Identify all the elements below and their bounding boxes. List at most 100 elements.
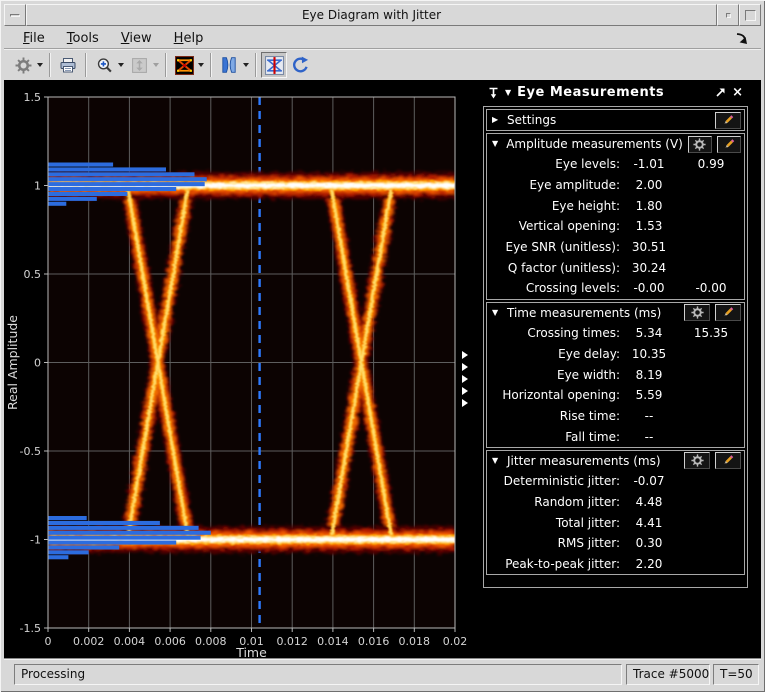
maximize-button[interactable]: [739, 4, 761, 26]
measurement-row: Random jitter:4.48: [487, 492, 744, 513]
section-header-settings[interactable]: ▶Settings: [487, 110, 744, 130]
edit-pencil-button[interactable]: [717, 136, 741, 153]
sim-time: T=50: [713, 664, 759, 685]
eye-diagram-dropdown-arrow[interactable]: [198, 63, 204, 67]
section-header-amplitude[interactable]: ▼ Amplitude measurements (V): [487, 134, 744, 154]
measurement-value: 0.30: [620, 536, 678, 550]
toolbar-separator: [210, 53, 212, 77]
histogram-dropdown-arrow[interactable]: [243, 63, 249, 67]
eye-diagram-plot[interactable]: 00.0020.0040.0060.0080.010.0120.0140.016…: [4, 80, 478, 658]
measurement-label: Peak-to-peak jitter:: [487, 557, 620, 571]
refresh-button[interactable]: [287, 52, 313, 78]
section-settings-button[interactable]: [688, 136, 712, 153]
measurement-value: 30.51: [620, 240, 678, 254]
section-label: Settings: [507, 113, 710, 127]
splitter-arrow-icon: [462, 351, 468, 359]
measurement-value: 2.00: [620, 178, 678, 192]
measurement-value: -0.00: [620, 281, 678, 295]
measurement-value: --: [620, 409, 678, 423]
measurement-label: Rise time:: [487, 409, 620, 423]
menu-file[interactable]: File: [12, 29, 56, 48]
section-header-time[interactable]: ▼Time measurements (ms): [487, 303, 744, 323]
measurement-label: Q factor (unitless):: [487, 261, 620, 275]
measurement-label: Random jitter:: [487, 495, 620, 509]
menubar-collapse-arrow[interactable]: [734, 31, 749, 45]
pin-icon[interactable]: [488, 87, 499, 99]
svg-text:0.012: 0.012: [276, 635, 308, 648]
measurement-row: Eye SNR (unitless):30.51: [487, 237, 744, 258]
statusbar: Processing Trace #5000 T=50: [4, 658, 761, 688]
measurement-value: 30.24: [620, 261, 678, 275]
measurement-value: 15.35: [678, 326, 744, 340]
measurement-row: Deterministic jitter:-0.07: [487, 471, 744, 492]
splitter-arrow-icon: [462, 375, 468, 383]
section-settings-button[interactable]: [684, 304, 710, 321]
edit-pencil-button[interactable]: [715, 304, 741, 321]
measurement-row: Eye height:1.80: [487, 195, 744, 216]
svg-text:0.002: 0.002: [73, 635, 105, 648]
measurement-label: Vertical opening:: [487, 219, 620, 233]
gear-dropdown-arrow[interactable]: [37, 63, 43, 67]
measurement-label: Eye width:: [487, 368, 620, 382]
splitter-arrow-icon: [462, 387, 468, 395]
status-message-text: Processing: [21, 667, 85, 681]
iconify-icon: [726, 13, 731, 18]
section-header-jitter[interactable]: ▼Jitter measurements (ms): [487, 451, 744, 471]
window-menu-button[interactable]: [4, 4, 26, 26]
trace-counter: Trace #5000: [626, 664, 710, 685]
section-time: ▼Time measurements (ms)Crossing times:5.…: [486, 302, 745, 448]
measurement-value: 1.80: [620, 199, 678, 213]
measurement-row: Rise time:--: [487, 406, 744, 427]
eye-measurements-panel: ▼ Eye Measurements × ▶Settings ▼ Amplitude…: [483, 82, 748, 588]
svg-text:0.016: 0.016: [358, 635, 390, 648]
menu-view[interactable]: View: [110, 29, 163, 48]
window-menu-icon: [10, 14, 20, 17]
panel-splitter-arrows[interactable]: [462, 351, 472, 407]
undock-icon[interactable]: [715, 87, 726, 98]
zoom-in-icon: [96, 57, 113, 74]
y-axis-label: Real Amplitude: [5, 315, 20, 410]
section-label: Amplitude measurements (V): [506, 137, 683, 151]
measurement-row: RMS jitter:0.30: [487, 533, 744, 554]
eye-cursor-button[interactable]: [261, 52, 287, 78]
svg-text:-0.5: -0.5: [20, 445, 41, 458]
iconify-button[interactable]: [717, 4, 739, 26]
edit-pencil-button[interactable]: [715, 112, 741, 129]
expanded-arrow-icon: ▼: [492, 140, 501, 148]
measurement-row: Total jitter:4.41: [487, 512, 744, 533]
section-jitter: ▼Jitter measurements (ms)Deterministic j…: [486, 450, 745, 575]
measurement-row: Q factor (unitless):30.24: [487, 257, 744, 278]
measurement-value: 0.99: [678, 157, 744, 171]
histogram-button[interactable]: [216, 52, 242, 78]
measurement-label: Eye amplitude:: [487, 178, 620, 192]
measurement-value: 2.20: [620, 557, 678, 571]
zoom-dropdown-arrow[interactable]: [118, 63, 124, 67]
section-settings-button[interactable]: [684, 452, 710, 469]
eye-diagram-button[interactable]: [171, 52, 197, 78]
menu-tools[interactable]: Tools: [56, 29, 110, 48]
fit-view-button[interactable]: [126, 52, 152, 78]
sim-time-text: T=50: [720, 667, 753, 681]
measurement-label: Eye levels:: [487, 157, 620, 171]
measurement-label: RMS jitter:: [487, 536, 620, 550]
svg-text:1.5: 1.5: [24, 91, 42, 104]
measurement-row: Peak-to-peak jitter:2.20: [487, 554, 744, 575]
measurement-value: 10.35: [620, 347, 678, 361]
close-icon[interactable]: ×: [732, 86, 743, 99]
zoom-button[interactable]: [91, 52, 117, 78]
titlebar-title-area[interactable]: Eye Diagram with Jitter: [26, 4, 717, 26]
measurement-value: --: [620, 430, 678, 444]
toolbar-separator: [49, 53, 51, 77]
panel-collapse-arrow-icon[interactable]: ▼: [505, 89, 511, 97]
menu-help[interactable]: Help: [163, 29, 215, 48]
gear-button[interactable]: [10, 52, 36, 78]
print-button[interactable]: [55, 52, 81, 78]
edit-pencil-button[interactable]: [715, 452, 741, 469]
measurement-value: 5.34: [620, 326, 678, 340]
measurement-row: Eye delay:10.35: [487, 344, 744, 365]
measurement-row: Eye width:8.19: [487, 364, 744, 385]
x-axis-label: Time: [235, 645, 267, 658]
gear-icon: [15, 57, 32, 74]
panel-title: Eye Measurements: [517, 85, 709, 100]
section-settings: ▶Settings: [486, 109, 745, 131]
